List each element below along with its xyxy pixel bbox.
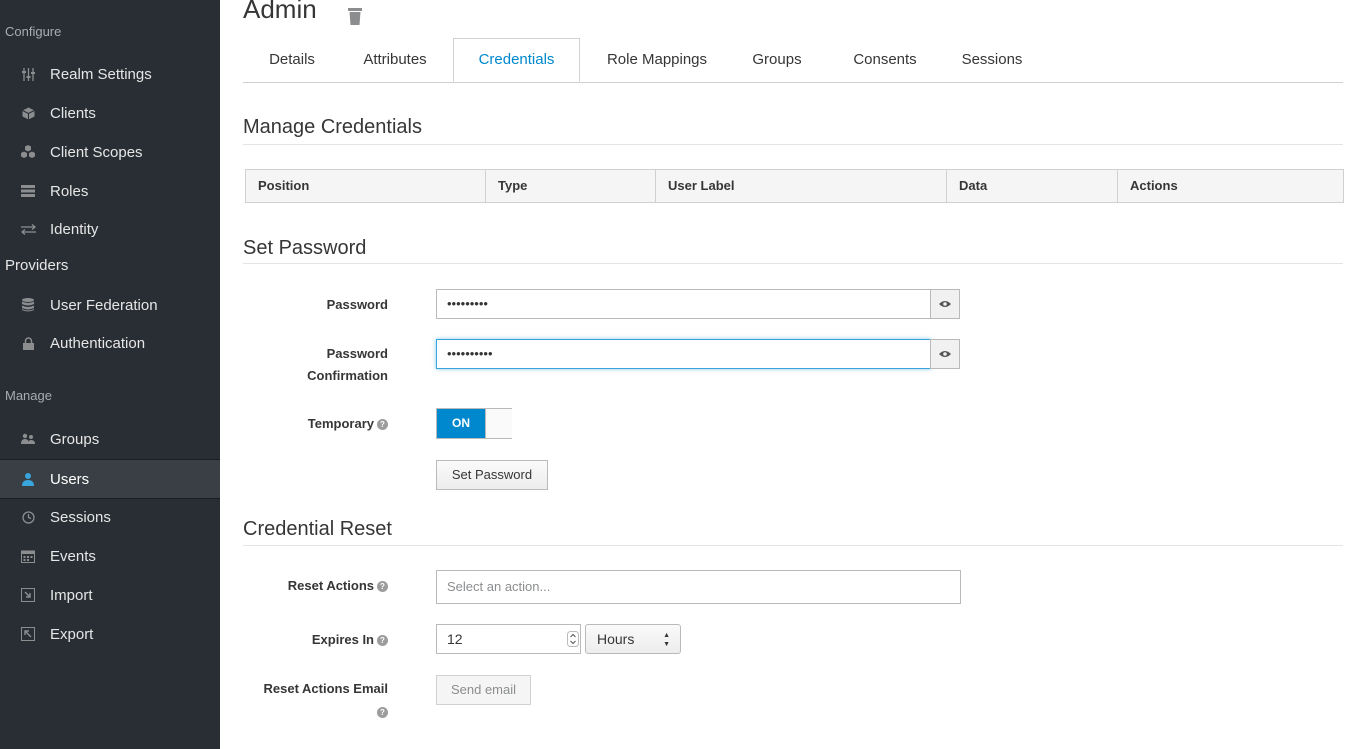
sidebar-item-label: Roles (50, 182, 89, 200)
page-title: Admin (243, 0, 317, 24)
sidebar-item-label: Authentication (50, 334, 146, 352)
tab-sessions[interactable]: Sessions (956, 38, 1028, 82)
expires-in-input[interactable]: 12 (436, 624, 581, 654)
sidebar-item-groups[interactable]: Groups (0, 420, 220, 458)
tab-role-mappings[interactable]: Role Mappings (597, 38, 717, 82)
select-caret-icon: ▲ ▼ (663, 632, 670, 648)
sliders-icon (19, 67, 37, 81)
users-icon (19, 433, 37, 445)
password-input[interactable]: ••••••••• (436, 289, 931, 319)
set-password-button[interactable]: Set Password (436, 460, 548, 490)
eye-icon (939, 295, 951, 313)
lock-icon (19, 336, 37, 350)
sidebar-item-label: User Federation (50, 296, 158, 314)
tab-consents[interactable]: Consents (844, 38, 926, 82)
number-stepper-icon[interactable] (567, 631, 579, 647)
exchange-icon (19, 223, 37, 235)
password-confirmation-label: Password Confirmation (240, 346, 388, 383)
column-header-actions[interactable]: Actions (1118, 170, 1343, 202)
sidebar-section-configure: Configure (5, 24, 62, 39)
sidebar-item-label: Import (50, 586, 93, 604)
help-icon[interactable]: ? (377, 635, 388, 647)
column-header-type[interactable]: Type (486, 170, 656, 202)
import-icon (19, 588, 37, 602)
temporary-label: Temporary (307, 416, 374, 431)
credentials-table: Position Type User Label Data Actions (245, 169, 1344, 203)
sidebar-item-label: Groups (50, 430, 100, 448)
sidebar-item-label: Realm Settings (50, 65, 152, 83)
eye-icon (939, 345, 951, 363)
sidebar-item-label: Client Scopes (50, 143, 143, 161)
clock-icon (19, 510, 37, 524)
sidebar-item-sessions[interactable]: Sessions (0, 498, 220, 536)
sidebar-item-import[interactable]: Import (0, 576, 220, 614)
column-header-position[interactable]: Position (246, 170, 486, 202)
sidebar-item-label: Events (50, 547, 96, 565)
password-confirmation-input[interactable]: •••••••••• (436, 339, 931, 369)
trash-icon[interactable] (347, 7, 363, 30)
sidebar-item-label: Identity (50, 220, 99, 238)
help-icon[interactable]: ? (377, 419, 388, 431)
user-icon (19, 472, 37, 486)
show-password-confirmation-button[interactable] (930, 339, 960, 369)
toggle-on-label: ON (437, 409, 485, 438)
sidebar-item-identity-providers[interactable]: Identity (0, 210, 220, 248)
expires-in-label-row: Expires In? (240, 632, 388, 647)
password-confirmation-label-line2: Confirmation (307, 368, 388, 383)
temporary-toggle[interactable]: ON (436, 408, 512, 439)
tab-credentials[interactable]: Credentials (453, 38, 580, 82)
reset-actions-label: Reset Actions (287, 578, 374, 593)
sidebar-item-label: Clients (50, 104, 96, 122)
tab-bar: Details Attributes Credentials Role Mapp… (243, 38, 1343, 83)
set-password-title: Set Password (243, 237, 367, 259)
reset-actions-label-row: Reset Actions? (240, 578, 388, 593)
send-email-button[interactable]: Send email (436, 675, 531, 705)
sidebar-item-events[interactable]: Events (0, 537, 220, 575)
toggle-knob (485, 409, 512, 438)
reset-actions-email-label-row: Reset Actions Email ? (240, 681, 388, 719)
reset-actions-select[interactable]: Select an action... (436, 570, 961, 604)
tab-attributes[interactable]: Attributes (354, 38, 436, 82)
credential-reset-title: Credential Reset (243, 518, 392, 540)
sidebar-item-clients[interactable]: Clients (0, 94, 220, 132)
sidebar-item-realm-settings[interactable]: Realm Settings (0, 55, 220, 93)
manage-credentials-title: Manage Credentials (243, 116, 422, 138)
column-header-data[interactable]: Data (947, 170, 1118, 202)
sidebar-item-authentication[interactable]: Authentication (0, 324, 220, 362)
sidebar-item-users[interactable]: Users (0, 459, 220, 499)
sidebar-item-label: Export (50, 625, 94, 643)
export-icon (19, 627, 37, 641)
sidebar-item-label: Sessions (50, 508, 111, 526)
expires-unit-select[interactable]: Hours ▲ ▼ (585, 624, 681, 654)
cubes-icon (19, 145, 37, 159)
sidebar-item-roles[interactable]: Roles (0, 172, 220, 210)
cube-icon (19, 107, 37, 120)
password-label: Password (326, 297, 388, 312)
tab-groups[interactable]: Groups (741, 38, 813, 82)
sidebar-item-export[interactable]: Export (0, 615, 220, 653)
database-icon (19, 298, 37, 312)
expires-in-label: Expires In (311, 632, 374, 647)
expires-unit-value: Hours (597, 631, 635, 647)
tab-details[interactable]: Details (264, 38, 320, 82)
section-divider (243, 263, 1343, 264)
reset-actions-email-label: Reset Actions Email (263, 681, 388, 696)
column-header-user-label[interactable]: User Label (656, 170, 947, 202)
help-icon[interactable]: ? (377, 707, 388, 719)
list-icon (19, 185, 37, 197)
sidebar-section-manage: Manage (5, 388, 52, 403)
help-icon[interactable]: ? (377, 581, 388, 593)
sidebar-item-client-scopes[interactable]: Client Scopes (0, 133, 220, 171)
section-divider (243, 545, 1343, 546)
temporary-label-row: Temporary? (240, 416, 388, 431)
sidebar: Configure Realm Settings Clients Client … (0, 0, 220, 749)
sidebar-item-label-continued[interactable]: Providers (5, 257, 68, 274)
calendar-icon (19, 549, 37, 563)
sidebar-item-label: Users (50, 470, 90, 488)
show-password-button[interactable] (930, 289, 960, 319)
password-confirmation-label-line1: Password (326, 346, 388, 361)
section-divider (243, 144, 1343, 145)
sidebar-item-user-federation[interactable]: User Federation (0, 286, 220, 324)
